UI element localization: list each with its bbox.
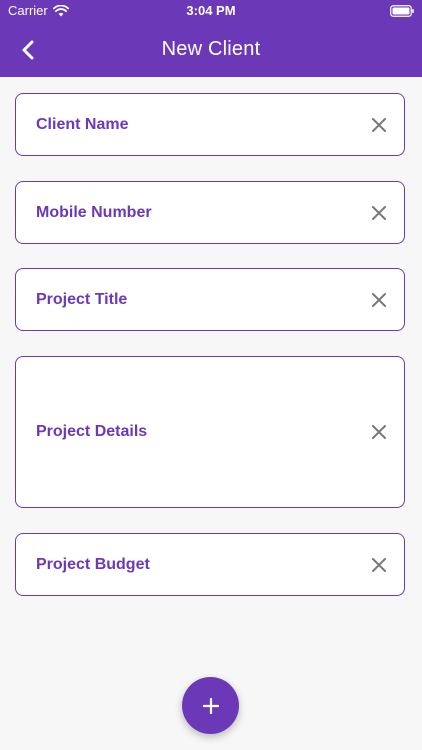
project-details-clear-button[interactable]	[368, 421, 390, 443]
client-name-clear-button[interactable]	[368, 114, 390, 136]
project-title-clear-button[interactable]	[368, 289, 390, 311]
status-bar: Carrier 3:04 PM	[0, 0, 422, 22]
mobile-number-clear-button[interactable]	[368, 202, 390, 224]
close-icon	[372, 205, 386, 220]
close-icon	[372, 292, 386, 307]
close-icon	[372, 557, 386, 572]
close-icon	[372, 425, 386, 439]
plus-icon	[202, 697, 219, 714]
app-bar: Carrier 3:04 PM New Client	[0, 0, 422, 77]
add-client-button[interactable]	[182, 677, 239, 734]
page-title: New Client	[161, 38, 261, 60]
navigation-bar: New Client	[0, 22, 422, 77]
project-title-label: Project Title	[36, 290, 128, 308]
new-client-screen: Carrier 3:04 PM New Client Client Name M…	[0, 0, 422, 750]
project-budget-clear-button[interactable]	[368, 554, 390, 576]
mobile-number-field[interactable]: Mobile Number	[15, 181, 405, 244]
client-name-label: Client Name	[36, 115, 129, 133]
client-name-field[interactable]: Client Name	[15, 93, 405, 156]
battery-icon	[390, 5, 414, 17]
close-icon	[372, 117, 386, 132]
project-details-field[interactable]: Project Details	[15, 356, 405, 508]
project-title-field[interactable]: Project Title	[15, 268, 405, 331]
project-budget-field[interactable]: Project Budget	[15, 533, 405, 596]
status-time: 3:04 PM	[186, 3, 236, 18]
mobile-number-label: Mobile Number	[36, 203, 152, 221]
project-budget-label: Project Budget	[36, 555, 150, 573]
project-details-label: Project Details	[36, 423, 148, 440]
